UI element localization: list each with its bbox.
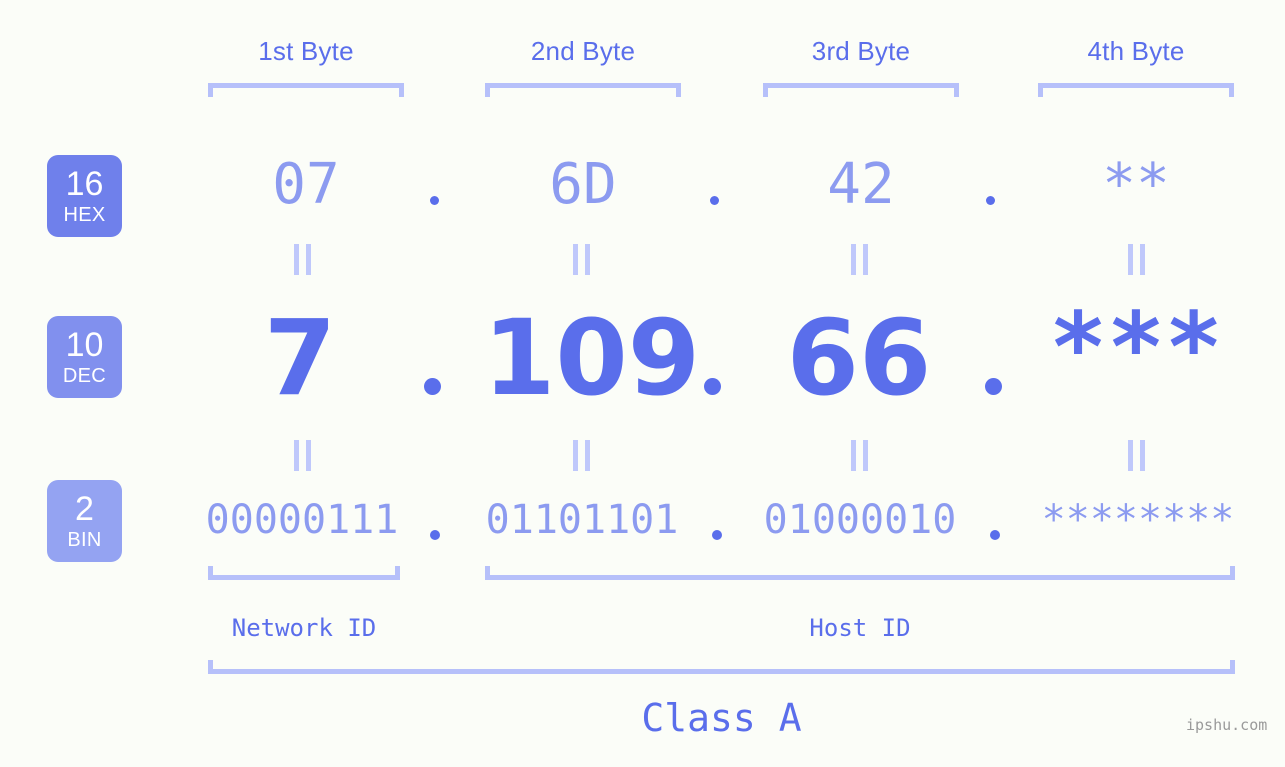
byte-bracket-2	[485, 83, 681, 97]
bin-byte-value-1: 00000111	[205, 497, 399, 543]
byte-header-label-1: 1st Byte	[258, 36, 354, 66]
dec-separator-dot-1	[424, 378, 441, 395]
base-badge-hex-number: 16	[65, 165, 104, 203]
bin-separator-dot-1	[430, 530, 440, 540]
bin-byte-value-4: ********	[1041, 497, 1235, 543]
dec-byte-value-3: 66	[786, 297, 932, 419]
bin-byte-value-3: 01000010	[763, 497, 957, 543]
base-badge-dec-number: 10	[65, 326, 104, 364]
base-badge-dec-name: DEC	[62, 365, 107, 387]
dec-byte-value-4: ***	[1049, 292, 1223, 404]
byte-header-label-4: 4th Byte	[1087, 36, 1185, 66]
bin-byte-value-2: 01101101	[485, 497, 679, 543]
bin-separator-dot-2	[712, 530, 722, 540]
network-id-label: Network ID	[231, 614, 377, 642]
byte-bracket-4	[1038, 83, 1234, 97]
equality-marker-hex-dec-3	[851, 244, 868, 275]
byte-header-label-2: 2nd Byte	[530, 36, 636, 66]
base-badge-bin-name: BIN	[67, 529, 102, 551]
hex-byte-value-3: 42	[827, 152, 895, 217]
equality-marker-dec-bin-3	[851, 440, 868, 471]
bin-separator-dot-3	[990, 530, 1000, 540]
dec-separator-dot-3	[985, 378, 1002, 395]
equality-marker-dec-bin-4	[1128, 440, 1145, 471]
equality-marker-hex-dec-2	[573, 244, 590, 275]
base-badge-bin-number: 2	[75, 490, 94, 528]
host-id-label: Host ID	[809, 614, 911, 642]
dec-byte-value-2: 109	[483, 297, 701, 419]
site-watermark: ipshu.com	[1186, 716, 1268, 734]
dec-separator-dot-2	[704, 378, 721, 395]
byte-bracket-1	[208, 83, 404, 97]
ip-address-breakdown-diagram: 1st Byte 2nd Byte 3rd Byte 4th Byte 16 H…	[0, 0, 1285, 767]
hex-byte-value-1: 07	[272, 152, 340, 217]
byte-header-label-3: 3rd Byte	[811, 36, 911, 66]
base-badge-hex-name: HEX	[63, 204, 106, 226]
class-label: Class A	[641, 696, 802, 740]
base-badge-bin: 2 BIN	[47, 480, 122, 562]
equality-marker-hex-dec-1	[294, 244, 311, 275]
base-badge-hex: 16 HEX	[47, 155, 122, 237]
base-badge-dec: 10 DEC	[47, 316, 122, 398]
byte-bracket-3	[763, 83, 959, 97]
hex-byte-value-4: **	[1102, 152, 1170, 217]
hex-separator-dot-1	[430, 196, 439, 205]
dec-byte-value-1: 7	[263, 297, 337, 419]
equality-marker-dec-bin-1	[294, 440, 311, 471]
hex-separator-dot-3	[986, 196, 995, 205]
equality-marker-hex-dec-4	[1128, 244, 1145, 275]
equality-marker-dec-bin-2	[573, 440, 590, 471]
hex-separator-dot-2	[710, 196, 719, 205]
network-id-bracket	[208, 566, 400, 580]
class-bracket	[208, 660, 1235, 674]
hex-byte-value-2: 6D	[549, 152, 617, 217]
host-id-bracket	[485, 566, 1235, 580]
